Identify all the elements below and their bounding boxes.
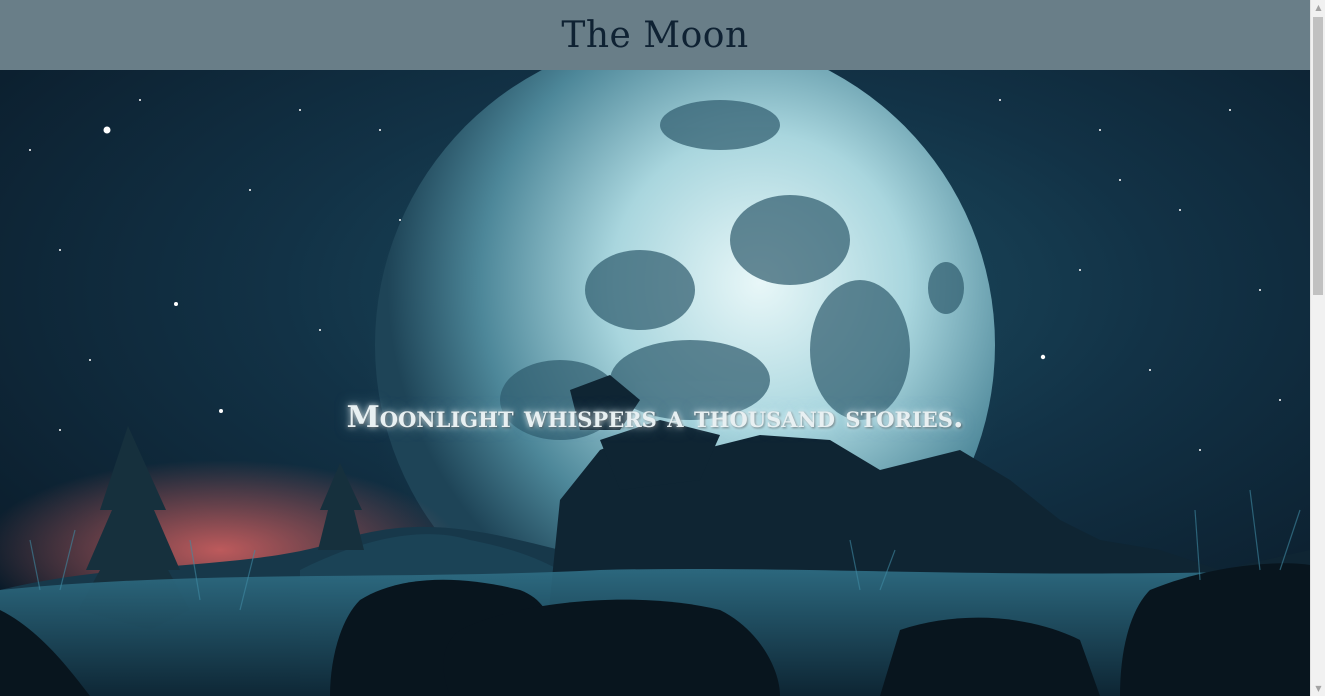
hero-tagline: Moonlight whispers a thousand stories. [346, 400, 964, 435]
site-header: The Moon [0, 0, 1310, 70]
vertical-scrollbar[interactable]: ▲ ▼ [1310, 0, 1325, 696]
chevron-up-icon[interactable]: ▲ [1311, 0, 1325, 15]
page-viewport: The Moon Moonlight whispers a thousand s… [0, 0, 1310, 696]
hero-section: Moonlight whispers a thousand stories. [0, 70, 1310, 696]
scrollbar-thumb[interactable] [1313, 17, 1323, 295]
hero-background-image [0, 70, 1310, 696]
chevron-down-icon[interactable]: ▼ [1311, 681, 1325, 696]
site-title: The Moon [561, 14, 749, 56]
